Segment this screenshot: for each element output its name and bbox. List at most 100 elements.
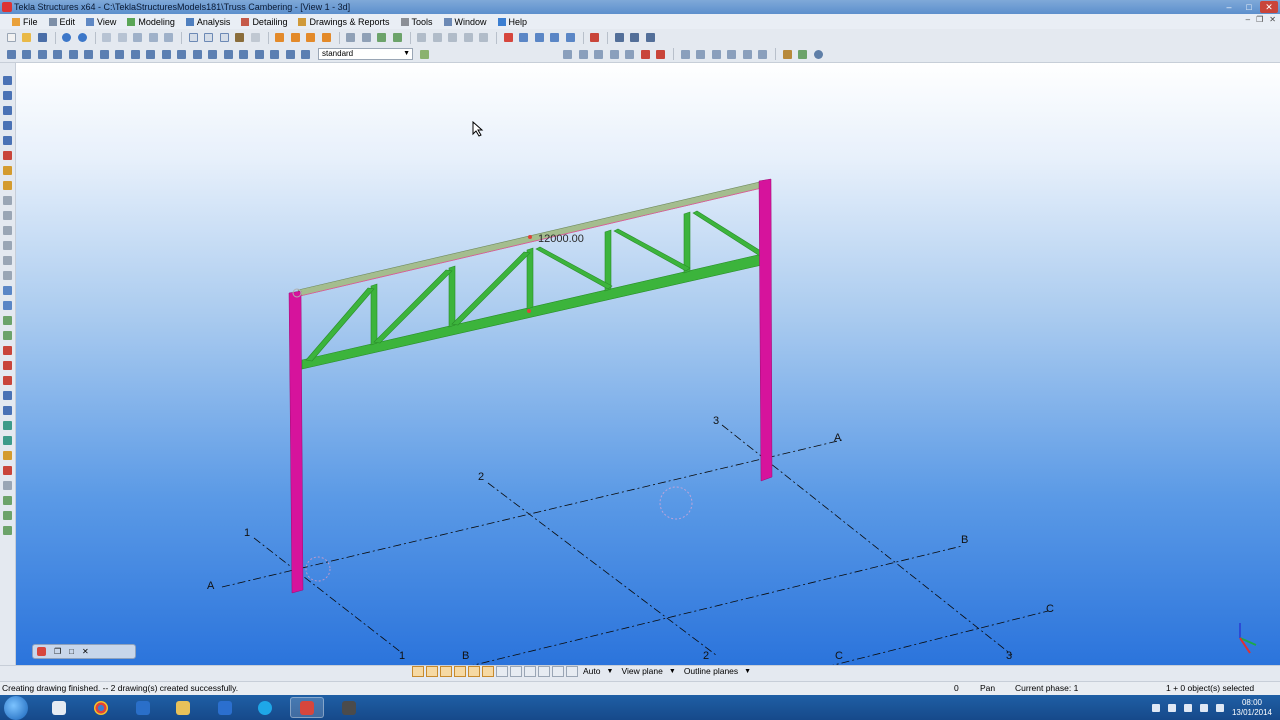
truss-vertical[interactable] — [448, 265, 456, 328]
tray-network-icon[interactable] — [1183, 703, 1192, 712]
inquire-button[interactable] — [146, 32, 160, 44]
select-cuts-filter-button[interactable] — [468, 665, 480, 677]
redo-button[interactable] — [75, 32, 89, 44]
add-to-assembly-tool-icon[interactable] — [1, 390, 15, 401]
tray-show-hidden-icon[interactable] — [1151, 703, 1160, 712]
menu-help[interactable]: Help — [492, 17, 533, 27]
zoom-original-button[interactable] — [643, 32, 657, 44]
weld-tool-icon[interactable] — [1, 300, 15, 311]
menu-window[interactable]: Window — [438, 17, 492, 27]
doc-close-button[interactable]: ✕ — [1269, 15, 1276, 24]
create-panel-button[interactable] — [319, 32, 333, 44]
minimized-window[interactable]: ❐ □ ✕ — [32, 644, 136, 659]
pad-footing-tool-icon[interactable] — [1, 195, 15, 206]
new-model-button[interactable] — [4, 32, 18, 44]
menu-edit[interactable]: Edit — [43, 17, 81, 27]
tray-app-icon[interactable] — [1215, 703, 1224, 712]
select-points-filter-button[interactable] — [510, 665, 522, 677]
truss-vertical[interactable] — [604, 229, 612, 292]
component-catalog-button[interactable] — [501, 32, 515, 44]
polybeam-tool-icon[interactable] — [1, 105, 15, 116]
select-details-button[interactable] — [237, 48, 251, 60]
snap-override-button[interactable] — [552, 665, 564, 677]
column-right[interactable] — [758, 178, 773, 482]
snap-any-position-button[interactable] — [607, 48, 621, 60]
create-beam-button[interactable] — [273, 32, 287, 44]
create-view-button[interactable] — [186, 32, 200, 44]
select-parts-button[interactable] — [20, 48, 34, 60]
selection-filter-combo[interactable]: standard ▼ — [318, 48, 413, 60]
select-objects-in-components-button[interactable] — [175, 48, 189, 60]
snap-midpoints-button[interactable] — [654, 48, 668, 60]
window-title-bar[interactable]: Tekla Structures x64 - C:\TeklaStructure… — [0, 0, 1280, 14]
drawing-list-button[interactable] — [233, 32, 247, 44]
menu-analysis[interactable]: Analysis — [180, 17, 236, 27]
save-button[interactable] — [35, 32, 49, 44]
select-button[interactable] — [162, 32, 176, 44]
weld-button[interactable] — [359, 32, 373, 44]
snap-lines-button[interactable] — [725, 48, 739, 60]
select-grids-filter-button[interactable] — [496, 665, 508, 677]
menu-file[interactable]: File — [6, 17, 43, 27]
select-construction-objects-button[interactable] — [221, 48, 235, 60]
organizer-button[interactable] — [563, 32, 577, 44]
combine-button[interactable] — [477, 32, 491, 44]
part-cut-tool-icon[interactable] — [1, 375, 15, 386]
concrete-slab-tool-icon[interactable] — [1, 255, 15, 266]
grid-line-tool-icon[interactable] — [1, 435, 15, 446]
select-welds-button[interactable] — [82, 48, 96, 60]
taskbar-skype-icon[interactable] — [248, 697, 282, 718]
copy-button[interactable] — [100, 32, 114, 44]
menu-modeling[interactable]: Modeling — [121, 17, 180, 27]
snap-free-button[interactable] — [740, 48, 754, 60]
mesh-tool-icon[interactable] — [1, 465, 15, 476]
line-cut-tool-icon[interactable] — [1, 345, 15, 356]
close-icon[interactable]: ✕ — [82, 647, 89, 656]
select-rebars-filter-button[interactable] — [482, 665, 494, 677]
menu-tools[interactable]: Tools — [395, 17, 438, 27]
select-components-filter-button[interactable] — [426, 665, 438, 677]
snap-end-points-button[interactable] — [623, 48, 637, 60]
select-filter-options-button[interactable] — [283, 48, 297, 60]
taskbar-app-tekla-icon[interactable] — [42, 697, 76, 718]
chamfer-tool-icon[interactable] — [1, 315, 15, 326]
select-pour-button[interactable] — [299, 48, 313, 60]
clash-check-button[interactable] — [532, 32, 546, 44]
taskbar-clock[interactable]: 08:00 13/01/2014 — [1232, 698, 1272, 718]
select-bolts-button[interactable] — [128, 48, 142, 60]
bolt-button[interactable] — [344, 32, 358, 44]
folded-plate-tool-icon[interactable] — [1, 180, 15, 191]
truss-vertical[interactable] — [683, 211, 691, 274]
select-loads-filter-button[interactable] — [524, 665, 536, 677]
area-load-tool-icon[interactable] — [1, 510, 15, 521]
move-button[interactable] — [115, 32, 129, 44]
select-loads-button[interactable] — [206, 48, 220, 60]
menu-view[interactable]: View — [80, 17, 121, 27]
select-bolts-filter-button[interactable] — [440, 665, 452, 677]
taskbar-tekla-structures-icon[interactable] — [290, 697, 324, 718]
orthogonal-beam-tool-icon[interactable] — [1, 150, 15, 161]
select-views-button[interactable] — [113, 48, 127, 60]
menu-drawings-reports[interactable]: Drawings & Reports — [292, 17, 394, 27]
uniform-load-tool-icon[interactable] — [1, 525, 15, 536]
grid-tool-icon[interactable] — [1, 420, 15, 431]
maximize-icon[interactable]: □ — [69, 647, 74, 656]
trim-button[interactable] — [446, 32, 460, 44]
doc-minimize-button[interactable]: – — [1246, 15, 1250, 24]
snap-center-points-button[interactable] — [638, 48, 652, 60]
snap-intersections-button[interactable] — [678, 48, 692, 60]
split-button[interactable] — [461, 32, 475, 44]
truss-vertical[interactable] — [370, 283, 378, 346]
select-points-button[interactable] — [51, 48, 65, 60]
select-welds-filter-button[interactable] — [454, 665, 466, 677]
select-grids-button[interactable] — [66, 48, 80, 60]
select-reinforcement-button[interactable] — [190, 48, 204, 60]
taskbar-chrome-icon[interactable] — [84, 697, 118, 718]
column-left[interactable] — [288, 290, 304, 594]
concrete-beam-tool-icon[interactable] — [1, 240, 15, 251]
measure-button[interactable] — [415, 32, 429, 44]
delete-button[interactable] — [588, 32, 602, 44]
properties-button[interactable] — [131, 32, 145, 44]
select-cuts-button[interactable] — [97, 48, 111, 60]
snap-plane-button[interactable] — [756, 48, 770, 60]
